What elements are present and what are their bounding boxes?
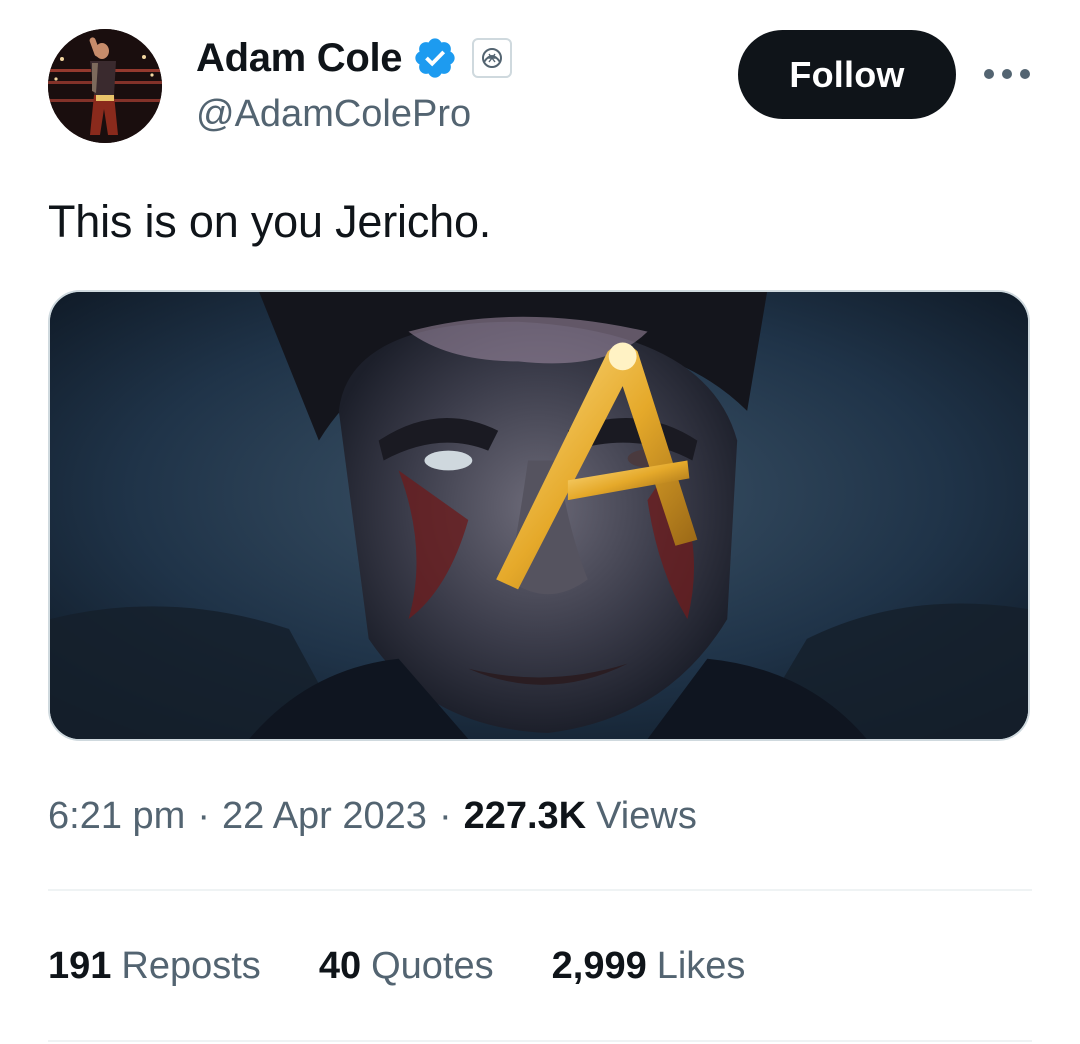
quotes-stat[interactable]: 40 Quotes <box>319 945 494 988</box>
views-count: 227.3K <box>463 794 587 837</box>
meta-separator: · <box>438 794 452 837</box>
tweet-text: This is on you Jericho. <box>48 196 492 247</box>
views-label: Views <box>596 794 697 837</box>
user-name-row: Adam Cole <box>196 32 513 84</box>
reposts-count: 191 <box>48 944 112 987</box>
quotes-count: 40 <box>318 944 362 987</box>
engagement-stats: 191 Reposts 40 Quotes 2,999 Likes <box>48 940 803 992</box>
quotes-label: Quotes <box>371 944 494 987</box>
affiliate-logo-icon <box>482 48 503 68</box>
user-handle[interactable]: @AdamColePro <box>196 90 471 138</box>
reposts-label: Reposts <box>121 944 261 987</box>
divider <box>48 1040 1032 1042</box>
tweet-date[interactable]: 22 Apr 2023 <box>222 795 427 838</box>
reposts-stat[interactable]: 191 Reposts <box>48 945 261 988</box>
likes-stat[interactable]: 2,999 Likes <box>552 945 746 988</box>
follow-button[interactable]: Follow <box>738 30 956 119</box>
more-dot-1 <box>984 69 994 79</box>
tweet-detail: Adam Cole @AdamColePro Follow This is on… <box>0 0 1080 1044</box>
divider <box>48 889 1032 891</box>
more-options-icon[interactable] <box>984 60 1030 88</box>
likes-label: Likes <box>656 944 746 987</box>
tweet-meta: 6:21 pm · 22 Apr 2023 · 227.3K Views <box>48 790 697 842</box>
tweet-time[interactable]: 6:21 pm <box>48 795 185 838</box>
meta-separator: · <box>197 794 210 837</box>
display-name[interactable]: Adam Cole <box>196 32 403 84</box>
more-dot-2 <box>1002 69 1012 79</box>
likes-count: 2,999 <box>551 944 647 987</box>
more-dot-3 <box>1020 69 1030 79</box>
verified-badge-icon <box>415 38 455 78</box>
affiliate-badge-icon[interactable] <box>472 38 513 78</box>
wrestler-avatar-photo <box>48 29 162 143</box>
tweet-media-image[interactable] <box>48 290 1030 741</box>
painted-portrait-image <box>50 292 1028 739</box>
avatar[interactable] <box>48 29 162 143</box>
